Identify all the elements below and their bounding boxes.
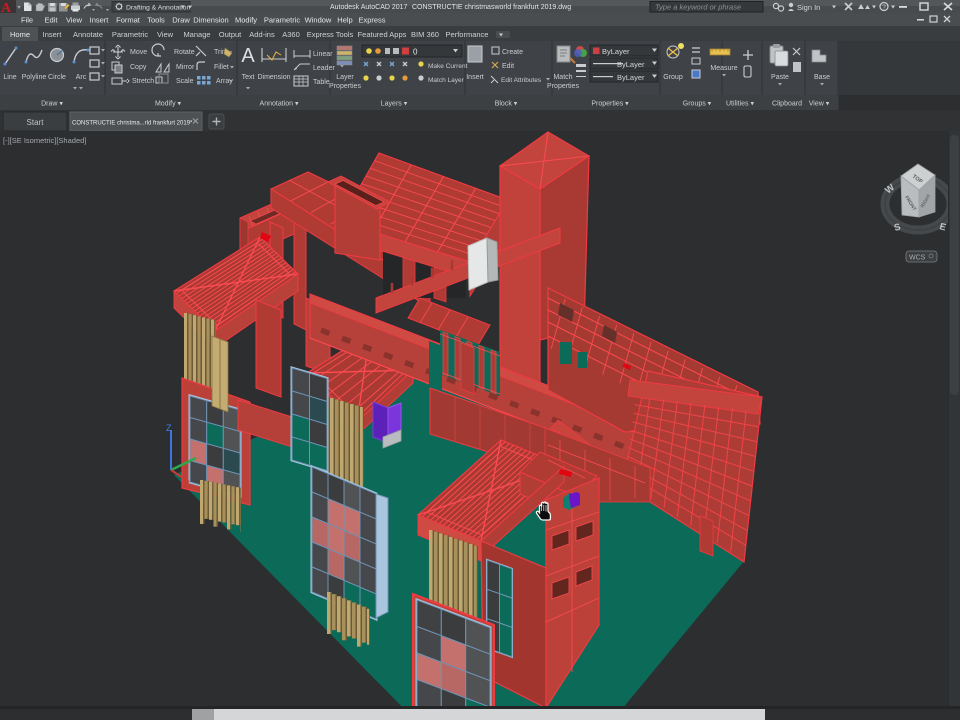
svg-text:Arc: Arc xyxy=(76,74,87,81)
svg-text:Make Current: Make Current xyxy=(428,63,468,70)
svg-text:A360: A360 xyxy=(282,30,300,39)
svg-text:Modify ▾: Modify ▾ xyxy=(155,101,182,108)
svg-text:Edit: Edit xyxy=(502,63,514,70)
svg-text:Linear: Linear xyxy=(313,51,333,58)
svg-text:ByLayer: ByLayer xyxy=(617,73,645,82)
svg-text:Help: Help xyxy=(337,16,352,25)
svg-text:Stretch: Stretch xyxy=(132,78,154,85)
svg-text:Edit Attributes: Edit Attributes xyxy=(501,77,542,84)
svg-text:Layers ▾: Layers ▾ xyxy=(381,101,408,108)
svg-text:Move: Move xyxy=(130,49,147,56)
svg-text:x: x xyxy=(186,482,190,491)
svg-text:Parametric: Parametric xyxy=(264,16,301,25)
svg-text:Layer: Layer xyxy=(336,74,354,81)
svg-text:Table: Table xyxy=(313,79,330,86)
svg-text:Annotate: Annotate xyxy=(73,30,103,39)
svg-text:Manage: Manage xyxy=(183,30,210,39)
svg-text:Copy: Copy xyxy=(130,64,147,71)
svg-text:BIM 360: BIM 360 xyxy=(411,30,439,39)
svg-text:Scale: Scale xyxy=(176,78,194,85)
svg-text:CONSTRUCTIE christmasworld fra: CONSTRUCTIE christmasworld frankfurt 201… xyxy=(412,4,571,11)
svg-text:Properties: Properties xyxy=(329,83,361,90)
svg-text:Insert: Insert xyxy=(90,16,110,25)
svg-text:0: 0 xyxy=(413,48,418,57)
svg-text:Start: Start xyxy=(27,118,45,127)
svg-text:View: View xyxy=(157,30,174,39)
svg-text:Properties ▾: Properties ▾ xyxy=(591,101,629,108)
svg-text:Insert: Insert xyxy=(466,74,484,81)
svg-text:Modify: Modify xyxy=(235,16,257,25)
svg-text:Base: Base xyxy=(814,74,830,81)
svg-text:Edit: Edit xyxy=(45,16,59,25)
svg-text:Measure: Measure xyxy=(710,65,737,72)
svg-text:Featured Apps: Featured Apps xyxy=(358,30,407,39)
svg-text:Create: Create xyxy=(502,49,523,56)
svg-text:Drafting & Annotation: Drafting & Annotation xyxy=(126,5,190,12)
svg-text:Leader: Leader xyxy=(313,65,335,72)
svg-text:Autodesk AutoCAD 2017: Autodesk AutoCAD 2017 xyxy=(330,4,408,11)
svg-text:Groups ▾: Groups ▾ xyxy=(683,101,712,108)
svg-text:Circle: Circle xyxy=(48,74,66,81)
svg-text:Text: Text xyxy=(242,74,255,81)
svg-text:Draw ▾: Draw ▾ xyxy=(41,101,63,108)
svg-text:File: File xyxy=(21,16,33,25)
svg-text:Z: Z xyxy=(166,423,172,433)
svg-text:ByLayer: ByLayer xyxy=(617,60,645,69)
svg-text:ByLayer: ByLayer xyxy=(602,47,630,56)
svg-text:Express Tools: Express Tools xyxy=(307,30,354,39)
svg-text:?: ? xyxy=(882,5,886,12)
svg-text:Utilities ▾: Utilities ▾ xyxy=(726,101,755,108)
svg-text:Annotation ▾: Annotation ▾ xyxy=(260,101,299,108)
svg-text:Line: Line xyxy=(3,74,16,81)
svg-text:Window: Window xyxy=(305,16,332,25)
svg-text:Parametric: Parametric xyxy=(112,30,149,39)
svg-text:Match Layer: Match Layer xyxy=(428,77,465,84)
svg-text:Dimension: Dimension xyxy=(193,16,228,25)
svg-text:Paste: Paste xyxy=(771,74,789,81)
svg-text:Group: Group xyxy=(663,74,683,81)
svg-text:Add-ins: Add-ins xyxy=(249,30,275,39)
svg-text:Block ▾: Block ▾ xyxy=(495,101,518,108)
svg-text:Format: Format xyxy=(116,16,141,25)
svg-text:Dimension: Dimension xyxy=(257,74,290,81)
svg-text:Properties: Properties xyxy=(547,83,579,90)
svg-text:A: A xyxy=(241,45,255,67)
svg-text:Draw: Draw xyxy=(172,16,190,25)
svg-text:Express: Express xyxy=(358,16,385,25)
svg-text:View: View xyxy=(66,16,83,25)
svg-text:Home: Home xyxy=(10,30,30,39)
svg-text:Tools: Tools xyxy=(147,16,165,25)
svg-text:CONSTRUCTIE christma...rld fra: CONSTRUCTIE christma...rld frankfurt 201… xyxy=(72,121,193,127)
svg-text:Sign In: Sign In xyxy=(797,3,820,12)
svg-text:Polyline: Polyline xyxy=(22,74,47,81)
svg-text:View ▾: View ▾ xyxy=(809,101,830,108)
svg-text:Performance: Performance xyxy=(446,30,489,39)
svg-text:Clipboard: Clipboard xyxy=(772,101,802,108)
svg-text:Output: Output xyxy=(219,30,242,39)
svg-text:Match: Match xyxy=(553,74,572,81)
svg-text:WCS: WCS xyxy=(909,255,926,262)
svg-text:Fillet: Fillet xyxy=(214,64,229,71)
svg-text:Mirror: Mirror xyxy=(176,64,195,71)
svg-text:Type a keyword or phrase: Type a keyword or phrase xyxy=(655,3,741,12)
svg-text:Rotate: Rotate xyxy=(174,49,195,56)
svg-text:Insert: Insert xyxy=(43,30,63,39)
